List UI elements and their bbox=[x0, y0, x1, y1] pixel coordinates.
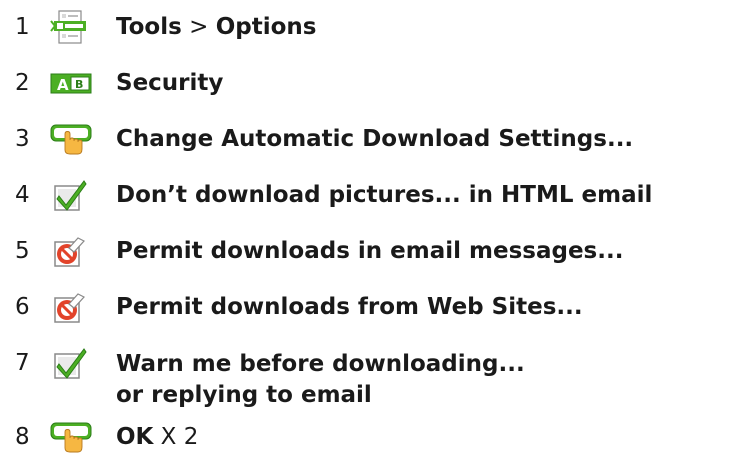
option-label-dont-download-pictures: Don’t download pictures... in HTML email bbox=[116, 182, 653, 208]
step-text: Permit downloads from Web Sites... bbox=[116, 293, 583, 322]
step-number: 1 bbox=[15, 14, 30, 40]
instruction-steps: 1 Tools > Options 2 A B Security 3 Chang… bbox=[0, 0, 747, 459]
step-text: OK X 2 bbox=[116, 423, 198, 452]
step-text: Permit downloads in email messages... bbox=[116, 237, 623, 266]
step-text: Don’t download pictures... in HTML email bbox=[116, 181, 652, 210]
checkbox-unchecked-icon bbox=[54, 293, 85, 323]
step-number: 3 bbox=[15, 126, 30, 152]
step-number: 6 bbox=[15, 294, 30, 320]
button-label-ok: OK bbox=[116, 424, 154, 450]
step-number: 5 bbox=[15, 238, 30, 264]
checkbox-checked-icon bbox=[54, 180, 87, 211]
step-number: 2 bbox=[15, 70, 30, 96]
step-number: 8 bbox=[15, 424, 30, 450]
option-label-warn-line-2: or replying to email bbox=[116, 382, 372, 408]
button-label-change-settings: Change Automatic Download Settings... bbox=[116, 126, 634, 152]
ab-tab-icon: A B bbox=[50, 73, 92, 94]
svg-text:A: A bbox=[57, 76, 69, 94]
click-button-icon bbox=[50, 124, 92, 155]
step-text: Warn me before downloading... or replyin… bbox=[116, 349, 525, 411]
repeat-count: X 2 bbox=[153, 424, 199, 450]
step-number: 4 bbox=[15, 182, 30, 208]
checkbox-checked-icon bbox=[54, 348, 87, 379]
tab-label-security: Security bbox=[116, 70, 224, 96]
menu-label-tools: Tools bbox=[116, 14, 182, 40]
option-label-permit-web-downloads: Permit downloads from Web Sites... bbox=[116, 294, 583, 320]
option-label-warn-line-1: Warn me before downloading... bbox=[116, 351, 525, 377]
step-text: Change Automatic Download Settings... bbox=[116, 125, 633, 154]
step-text: Tools > Options bbox=[116, 13, 316, 42]
options-list-icon bbox=[50, 10, 86, 44]
step-number: 7 bbox=[15, 350, 30, 376]
option-label-permit-email-downloads: Permit downloads in email messages... bbox=[116, 238, 624, 264]
menu-label-options: Options bbox=[215, 14, 317, 40]
svg-text:B: B bbox=[75, 78, 83, 91]
click-button-icon bbox=[50, 422, 92, 453]
menu-separator: > bbox=[181, 14, 216, 40]
checkbox-unchecked-icon bbox=[54, 237, 85, 267]
step-text: Security bbox=[116, 69, 223, 98]
